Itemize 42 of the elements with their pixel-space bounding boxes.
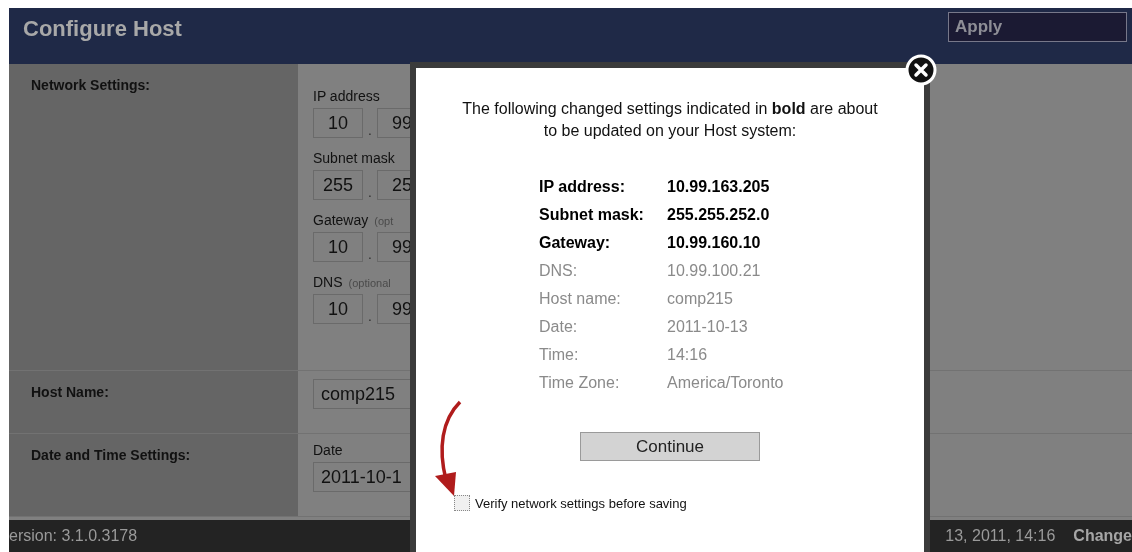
field-label: Subnet mask	[313, 150, 395, 166]
checkbox-label: Verify network settings before saving	[475, 495, 687, 511]
setting-value: 10.99.100.21	[667, 261, 762, 281]
setting-value: comp215	[667, 289, 734, 309]
input-field[interactable]: 255	[313, 170, 363, 200]
setting-label: Subnet mask:	[539, 205, 645, 225]
octet-separator: .	[367, 248, 373, 262]
setting-value: 10.99.163.205	[667, 177, 771, 197]
page-title: Configure Host	[23, 16, 182, 42]
octet-separator: .	[367, 124, 373, 138]
version-text: ersion: 3.1.0.3178	[9, 527, 138, 545]
setting-value: 10.99.160.10	[667, 233, 762, 253]
change-link[interactable]: Change	[1073, 527, 1132, 545]
continue-button[interactable]: Continue	[580, 432, 760, 461]
octet-separator: .	[367, 186, 373, 200]
setting-label: DNS:	[539, 261, 579, 281]
section-label: Network Settings:	[31, 77, 150, 93]
setting-label: Time:	[539, 345, 580, 365]
dialog-message: The following changed settings indicated in bold are about to be updated on your Host system:	[462, 99, 878, 141]
apply-button[interactable]: Apply	[948, 12, 1127, 42]
setting-label: Host name:	[539, 289, 622, 309]
setting-value: 2011-10-13	[667, 317, 749, 337]
input-field[interactable]: 10	[313, 232, 363, 262]
field-label: Date	[313, 442, 343, 458]
setting-value: America/Toronto	[667, 373, 785, 393]
field-label: DNS	[313, 274, 343, 290]
octet-separator: .	[367, 310, 373, 324]
setting-label: Date:	[539, 317, 579, 337]
section-label: Host Name:	[31, 384, 109, 400]
section-label: Date and Time Settings:	[31, 447, 191, 463]
input-field[interactable]: 10	[313, 294, 363, 324]
input-field[interactable]: 10	[313, 108, 363, 138]
setting-label: IP address:	[539, 177, 626, 197]
close-icon[interactable]	[905, 54, 937, 86]
setting-value: 255.255.252.0	[667, 205, 771, 225]
field-label: IP address	[313, 88, 380, 104]
setting-label: Gateway:	[539, 233, 612, 253]
setting-label: Time Zone:	[539, 373, 621, 393]
field-label: Gateway	[313, 212, 369, 228]
setting-value: 14:16	[667, 345, 709, 365]
verify-checkbox[interactable]	[454, 495, 470, 511]
datetime-text: 13, 2011, 14:16	[945, 527, 1056, 545]
